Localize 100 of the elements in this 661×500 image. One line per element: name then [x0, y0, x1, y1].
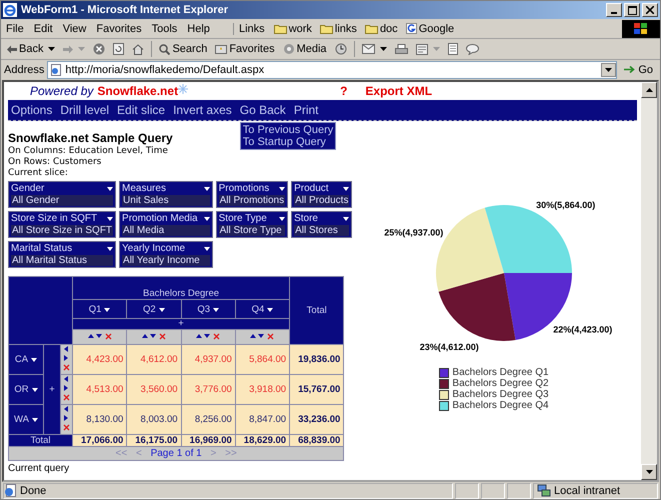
caret-icon	[32, 418, 38, 422]
media-icon	[282, 43, 295, 55]
scroll-up-button[interactable]	[641, 82, 657, 98]
menu-item[interactable]: Tools	[146, 22, 182, 34]
sort-controls-icon[interactable]	[250, 332, 274, 340]
slice-value-label: 22%(4,423.00)	[553, 324, 612, 334]
slicer-dropdown[interactable]: Yearly Income All Yearly Income	[119, 241, 213, 268]
row-controls-icon[interactable]	[63, 345, 70, 371]
member-label: All Marital Status	[11, 255, 114, 266]
slicer-dropdown[interactable]: Product All Products	[291, 181, 352, 208]
expand-button[interactable]: +	[72, 318, 290, 330]
minimize-button[interactable]	[606, 3, 622, 17]
scroll-bar[interactable]	[641, 82, 657, 480]
caret-icon	[78, 47, 86, 51]
folder-icon	[320, 24, 333, 34]
sort-controls-icon[interactable]	[88, 332, 112, 340]
column-group-header: Bachelors Degree	[72, 276, 290, 300]
table-cell: 17,066.00	[72, 434, 127, 446]
caret-icon	[107, 246, 114, 250]
nav-menu-item[interactable]: Edit slice	[117, 103, 166, 117]
table-cell: 8,130.00	[72, 404, 127, 434]
caret-icon	[32, 388, 38, 392]
total-row-header: Total	[8, 434, 72, 446]
export-xml-link[interactable]: Export XML	[365, 84, 432, 98]
dropdown-item[interactable]: To Previous Query	[242, 124, 334, 136]
help-link[interactable]: ?	[340, 84, 348, 98]
favorites-button[interactable]: Favorites	[212, 40, 278, 58]
document-icon	[416, 44, 428, 54]
printer-icon	[394, 44, 408, 54]
down-arrow-icon	[646, 470, 652, 474]
menu-item[interactable]: File	[1, 22, 29, 34]
link-button[interactable]: links	[316, 22, 361, 34]
expand-button[interactable]: +	[44, 344, 60, 434]
table-cell: 33,236.00	[290, 404, 344, 434]
table-cell: 4,423.00	[72, 344, 127, 374]
go-arrow-icon	[624, 65, 636, 74]
folder-icon	[274, 24, 287, 34]
dimension-label: Yearly Income	[122, 243, 186, 254]
row-controls-icon[interactable]	[63, 405, 70, 431]
link-button[interactable]: Google	[402, 22, 458, 34]
slicer-dropdown[interactable]: Marital Status All Marital Status	[8, 241, 116, 268]
search-button[interactable]: Search	[156, 40, 210, 58]
table-cell: 3,776.00	[181, 374, 236, 404]
go-button[interactable]: Go	[620, 64, 657, 76]
menu-item[interactable]: Edit	[28, 22, 58, 34]
row-header[interactable]: OR	[8, 374, 44, 404]
column-header[interactable]: Q3	[181, 300, 236, 318]
member-label: All Yearly Income	[122, 255, 210, 266]
nav-menu-item[interactable]: Invert axes	[173, 103, 232, 117]
nav-menu-item[interactable]: Print	[294, 103, 318, 117]
caret-icon	[107, 216, 114, 220]
caret-icon	[104, 308, 110, 312]
sort-controls-icon[interactable]	[142, 332, 166, 340]
row-header[interactable]: WA	[8, 404, 44, 434]
slicer-dropdown[interactable]: Store Type All Store Type	[216, 211, 288, 238]
column-header[interactable]: Q1	[72, 300, 127, 318]
nav-menu-item[interactable]: Go Back	[240, 103, 286, 117]
slicer-dropdown[interactable]: Promotions All Promotions	[216, 181, 288, 208]
history-icon	[334, 43, 347, 55]
menu-item[interactable]: Help	[182, 22, 215, 34]
powered-by-text: Powered by	[30, 84, 94, 98]
close-button[interactable]	[642, 3, 658, 17]
site-logo-icon	[406, 23, 417, 34]
dropdown-item[interactable]: To Startup Query	[242, 136, 334, 148]
dimension-label: Store Size in SQFT	[11, 213, 98, 224]
slicer-dropdown[interactable]: Promotion Media All Media	[119, 211, 213, 238]
row-header[interactable]: CA	[8, 344, 44, 374]
brand-link[interactable]: Snowflake.net	[97, 84, 178, 98]
column-header[interactable]: Q2	[126, 300, 182, 318]
nav-menu-item[interactable]: Options	[11, 103, 52, 117]
row-controls-icon[interactable]	[63, 375, 70, 401]
table-cell: 8,256.00	[181, 404, 236, 434]
maximize-button[interactable]	[624, 3, 640, 17]
slicer-dropdown[interactable]: Store All Stores	[291, 211, 352, 238]
member-label: All Stores	[294, 225, 350, 236]
media-button[interactable]: Media	[280, 40, 330, 58]
address-field[interactable]: http://moria/snowflakedemo/Default.aspx	[47, 60, 618, 78]
sort-controls-icon[interactable]	[196, 332, 220, 340]
table-cell: 3,918.00	[235, 374, 290, 404]
back-arrow-icon	[7, 44, 17, 54]
table-cell: 5,864.00	[235, 344, 290, 374]
back-button[interactable]: Back	[4, 40, 58, 58]
column-header[interactable]: Q4	[235, 300, 290, 318]
slicer-dropdown[interactable]: Measures Unit Sales	[119, 181, 213, 208]
scroll-down-button[interactable]	[641, 464, 657, 480]
member-label: All Promotions	[218, 195, 286, 206]
slice-value-label: 25%(4,937.00)	[384, 228, 444, 238]
slicer-dropdown[interactable]: Gender All Gender	[8, 181, 116, 208]
speech-bubble-icon	[466, 44, 479, 54]
link-button[interactable]: doc	[360, 22, 402, 34]
slicer-dropdown[interactable]: Store Size in SQFT All Store Size in SQFT	[8, 211, 116, 238]
menu-item[interactable]: View	[58, 22, 92, 34]
table-cell: 15,767.00	[290, 374, 344, 404]
mail-icon	[362, 44, 375, 54]
menu-item[interactable]: Favorites	[91, 22, 147, 34]
nav-menu-item[interactable]: Drill level	[60, 103, 110, 117]
link-button[interactable]: work	[270, 22, 316, 34]
close-icon	[646, 6, 654, 14]
dropdown-button[interactable]	[601, 62, 616, 76]
refresh-icon	[113, 43, 124, 55]
